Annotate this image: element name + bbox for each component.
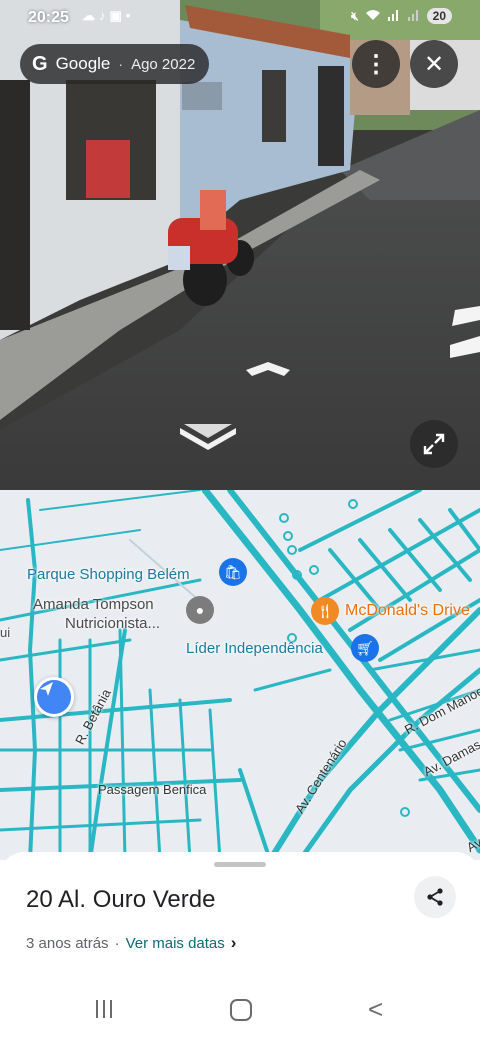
google-logo-icon: G bbox=[32, 52, 48, 75]
more-options-button[interactable]: ⋮ bbox=[352, 40, 400, 88]
wifi-icon bbox=[365, 9, 381, 24]
signal-icon bbox=[407, 9, 421, 24]
current-position-marker[interactable] bbox=[34, 677, 74, 717]
status-bar: 20:25 ☁♪▣• 🔇︎ 20 bbox=[0, 0, 480, 36]
close-icon: ✕ bbox=[423, 50, 445, 78]
screenshot-icon: ▣ bbox=[109, 8, 126, 23]
back-button[interactable]: < bbox=[368, 994, 383, 1025]
dot-icon: • bbox=[125, 8, 135, 23]
navigation-arrow-icon bbox=[40, 682, 53, 696]
expand-icon bbox=[423, 433, 445, 455]
map-label-lider[interactable]: Líder Independência bbox=[186, 640, 323, 657]
status-time: 20:25 bbox=[28, 9, 69, 26]
see-more-dates-link[interactable]: Ver mais datas bbox=[126, 935, 225, 952]
share-icon bbox=[427, 888, 443, 906]
notification-icons: ☁♪▣• bbox=[82, 8, 134, 24]
time-ago: 3 anos atrás bbox=[26, 934, 109, 952]
chevron-right-icon[interactable]: › bbox=[231, 933, 237, 953]
signal-icon bbox=[387, 9, 401, 24]
place-marker-icon[interactable]: ● bbox=[186, 596, 214, 624]
home-button[interactable] bbox=[230, 999, 252, 1021]
capture-date: Ago 2022 bbox=[131, 55, 196, 73]
street-view-screen: 20:25 ☁♪▣• 🔇︎ 20 G Google · Ago 2022 ⋮ ✕ bbox=[0, 0, 480, 1040]
map-label-amanda[interactable]: Amanda Tompson bbox=[33, 596, 154, 613]
shopping-bag-icon[interactable]: 🛍︎ bbox=[219, 558, 247, 586]
shopping-cart-icon[interactable]: 🛒︎ bbox=[351, 634, 379, 662]
cloud-icon: ☁ bbox=[82, 8, 99, 23]
restaurant-icon[interactable]: 🍴︎ bbox=[311, 597, 339, 625]
more-vert-icon: ⋮ bbox=[364, 50, 388, 78]
date-row: 3 anos atrás · Ver mais datas › bbox=[26, 933, 237, 953]
mute-icon: 🔇︎ bbox=[351, 8, 359, 23]
place-title: 20 Al. Ouro Verde bbox=[26, 886, 216, 913]
battery-indicator: 20 bbox=[426, 8, 452, 24]
close-button[interactable]: ✕ bbox=[410, 40, 458, 88]
fullscreen-button[interactable] bbox=[410, 420, 458, 468]
brand-label: Google bbox=[55, 54, 111, 73]
share-button[interactable] bbox=[414, 876, 456, 918]
drag-handle[interactable] bbox=[214, 862, 266, 867]
mini-map[interactable]: 🛍︎ ● 🍴︎ 🛒︎ Parque Shopping Belém Amanda … bbox=[0, 490, 480, 860]
map-label-amanda-sub[interactable]: Nutricionista... bbox=[65, 615, 160, 632]
recent-apps-button[interactable] bbox=[96, 1000, 120, 1020]
map-roads bbox=[0, 490, 480, 860]
map-label-parque-shopping[interactable]: Parque Shopping Belém bbox=[27, 566, 190, 583]
imagery-info-chip[interactable]: G Google · Ago 2022 bbox=[20, 44, 210, 84]
street-label-benfica: Passagem Benfica bbox=[98, 782, 207, 797]
map-label-mcdonalds[interactable]: McDonald's Drive bbox=[345, 602, 470, 620]
map-label-left-edge: ui bbox=[0, 625, 11, 640]
tiktok-icon: ♪ bbox=[99, 8, 110, 23]
system-icons: 🔇︎ 20 bbox=[351, 8, 452, 24]
system-navigation-bar: < bbox=[0, 988, 480, 1040]
